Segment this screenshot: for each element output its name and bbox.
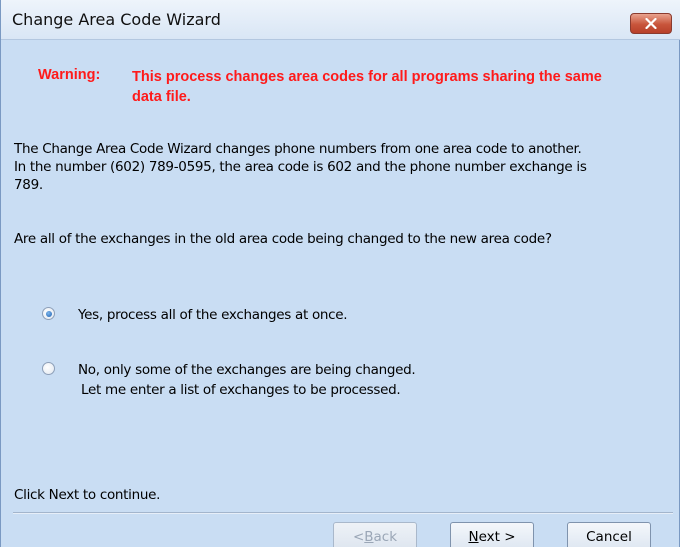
option-process-all[interactable]: Yes, process all of the exchanges at onc… [42, 305, 348, 325]
instruction-text: Click Next to continue. [14, 487, 161, 503]
window-title: Change Area Code Wizard [12, 10, 221, 29]
description: The Change Area Code Wizard changes phon… [14, 140, 674, 194]
next-label-rest: ext > [478, 528, 516, 545]
description-line: In the number (602) 789-0595, the area c… [14, 159, 587, 175]
option-label[interactable]: No, only some of the exchanges are being… [78, 360, 416, 400]
warning-label: Warning: [38, 67, 101, 83]
back-label-rest: ack [373, 528, 398, 545]
close-button[interactable] [630, 13, 672, 34]
wizard-dialog: Change Area Code Wizard Warning: This pr… [0, 0, 680, 547]
option-label-line: No, only some of the exchanges are being… [78, 362, 416, 378]
description-line: The Change Area Code Wizard changes phon… [14, 141, 582, 157]
question-text: Are all of the exchanges in the old area… [14, 231, 552, 247]
radio-process-all[interactable] [42, 307, 55, 320]
back-button[interactable]: < Back [333, 522, 417, 547]
title-bar: Change Area Code Wizard [1, 0, 680, 40]
option-label[interactable]: Yes, process all of the exchanges at onc… [78, 305, 348, 325]
option-process-some[interactable]: No, only some of the exchanges are being… [42, 360, 416, 400]
back-prefix: < [352, 528, 365, 545]
warning-message: This process changes area codes for all … [132, 69, 602, 105]
radio-process-some[interactable] [42, 362, 55, 375]
footer-divider [13, 512, 673, 514]
next-button[interactable]: Next > [450, 522, 534, 547]
cancel-label: Cancel [586, 528, 632, 545]
option-label-line: Let me enter a list of exchanges to be p… [81, 382, 401, 398]
next-mnemonic: N [468, 528, 479, 545]
close-x-icon [645, 18, 657, 29]
description-line: 789. [14, 177, 43, 193]
cancel-button[interactable]: Cancel [567, 522, 651, 547]
option-label-line: Yes, process all of the exchanges at onc… [78, 307, 348, 323]
back-mnemonic: B [364, 528, 374, 545]
